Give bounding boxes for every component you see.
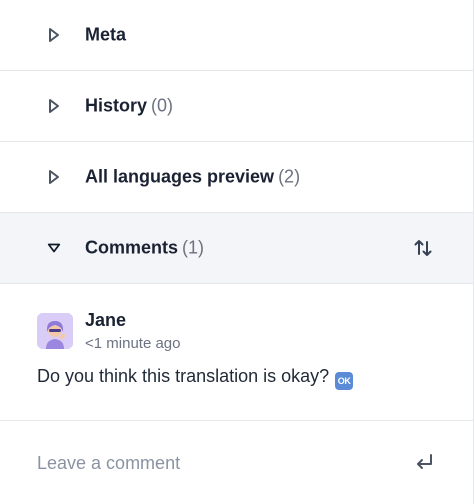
comment-author: Jane	[85, 310, 127, 330]
section-comments[interactable]: Comments (1)	[0, 213, 473, 284]
languages-count: (2)	[278, 166, 301, 187]
section-meta[interactable]: Meta	[0, 0, 473, 71]
comment-timestamp: <1 minute ago	[85, 335, 181, 352]
comment-input[interactable]	[37, 448, 397, 478]
comment-composer	[0, 422, 473, 504]
enter-return-icon[interactable]	[413, 451, 435, 473]
section-comments-label: Comments (1)	[85, 237, 205, 258]
section-all-languages-preview-label: All languages preview (2)	[85, 166, 301, 187]
avatar	[37, 313, 73, 349]
translation-detail-panel: Meta History (0) All languages preview (2)…	[0, 0, 474, 504]
triangle-right-icon	[47, 98, 61, 114]
section-history-label: History (0)	[85, 95, 174, 116]
triangle-down-icon	[47, 240, 61, 256]
section-all-languages-preview[interactable]: All languages preview (2)	[0, 142, 473, 213]
comment-text: Do you think this translation is okay? OK	[37, 366, 354, 390]
comment-body: Do you think this translation is okay?	[37, 366, 330, 386]
triangle-right-icon	[47, 169, 61, 185]
section-meta-label: Meta	[85, 24, 127, 45]
ok-emoji: OK	[335, 372, 354, 390]
comment-item	[0, 285, 473, 421]
history-count: (0)	[151, 95, 174, 116]
section-history[interactable]: History (0)	[0, 71, 473, 142]
sort-arrows-icon[interactable]	[412, 237, 434, 259]
triangle-right-icon	[47, 27, 61, 43]
comments-count: (1)	[182, 237, 205, 258]
